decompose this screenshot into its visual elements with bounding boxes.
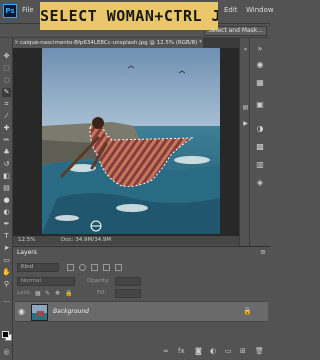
hand-icon[interactable]: ✋ bbox=[2, 268, 11, 277]
move-icon[interactable]: ✥ bbox=[2, 52, 11, 61]
quick-mask-icon[interactable]: ◎ bbox=[2, 348, 11, 357]
dodge-icon[interactable]: ◐ bbox=[2, 208, 11, 217]
swatches-icon[interactable]: ▦ bbox=[255, 78, 265, 88]
instruction-banner: SELECT WOMAN+CTRL J bbox=[40, 2, 218, 30]
shape-icon[interactable]: ▭ bbox=[2, 256, 11, 265]
layers-panel: Layers ≡ Kind Normal Opacity: Lock: ▦ ✎ … bbox=[13, 246, 270, 360]
photoshop-logo: Ps bbox=[3, 4, 17, 18]
channels-icon[interactable]: ◈ bbox=[255, 178, 265, 188]
lock-all-icon[interactable]: 🔒 bbox=[65, 290, 72, 297]
new-adjustment-icon[interactable]: ◐ bbox=[210, 347, 216, 355]
opacity-field[interactable] bbox=[115, 277, 141, 286]
right-panel-icons: » ◉ ▦ ▣ ◑ ▩ ▥ ◈ bbox=[250, 38, 270, 246]
document-size: Doc: 34.9M/34.9M bbox=[61, 237, 112, 243]
blend-mode-dropdown[interactable]: Normal bbox=[17, 277, 75, 286]
menu-window[interactable]: Window bbox=[246, 6, 274, 14]
document-title: caique-nascimento-Bfp634LE8Cc-unsplash.j… bbox=[20, 40, 202, 46]
new-layer-icon[interactable]: ⊞ bbox=[240, 347, 246, 355]
gradient-icon[interactable]: ▤ bbox=[2, 184, 11, 193]
link-layers-icon[interactable]: ∞ bbox=[163, 347, 169, 355]
fill-field[interactable] bbox=[115, 289, 141, 298]
path-select-icon[interactable]: ➤ bbox=[2, 244, 11, 253]
layer-name[interactable]: Background bbox=[53, 308, 89, 315]
properties-icon[interactable]: ▥ bbox=[255, 160, 265, 170]
canvas-workspace bbox=[13, 48, 239, 236]
layer-row-background[interactable]: ◉ Background 🔒 bbox=[15, 301, 268, 322]
delete-layer-icon[interactable]: 🗑 bbox=[255, 347, 264, 355]
pen-icon[interactable]: ✒ bbox=[2, 220, 11, 229]
history-icon[interactable]: ▤ bbox=[242, 104, 249, 111]
blend-mode-value: Normal bbox=[21, 278, 41, 284]
history-brush-icon[interactable]: ↺ bbox=[2, 160, 11, 169]
pixel-filter-icon[interactable] bbox=[67, 264, 74, 271]
adjustments-icon[interactable]: ◑ bbox=[255, 124, 265, 134]
tools-panel: ✥ ⬚ ◌ ✎ ⌗ ⁄ ✚ ✏ ♣ ↺ ◧ ▤ ● ◐ ✒ T ➤ ▭ ✋ ⚲ … bbox=[0, 38, 13, 360]
smart-object-filter-icon[interactable] bbox=[115, 264, 122, 271]
layer-lock-icon[interactable]: 🔒 bbox=[243, 307, 252, 315]
panel-dock-strip: « ▤ ▶ bbox=[239, 38, 250, 246]
collapse-right-icon[interactable]: » bbox=[255, 44, 265, 54]
filter-row: Kind bbox=[17, 263, 266, 273]
layer-thumbnail bbox=[31, 304, 48, 321]
new-group-icon[interactable]: ▭ bbox=[225, 347, 232, 355]
lock-position-icon[interactable]: ✥ bbox=[55, 290, 60, 297]
quick-select-icon[interactable]: ✎ bbox=[2, 88, 11, 97]
more-tools-icon[interactable]: … bbox=[2, 296, 11, 305]
document-tab[interactable]: × caique-nascimento-Bfp634LE8Cc-unsplash… bbox=[13, 38, 203, 48]
color-icon[interactable]: ◉ bbox=[255, 60, 265, 70]
kind-filter-dropdown[interactable]: Kind bbox=[17, 263, 59, 272]
marquee-icon[interactable]: ⬚ bbox=[2, 64, 11, 73]
shape-filter-icon[interactable] bbox=[103, 264, 110, 271]
menu-edit[interactable]: Edit bbox=[224, 6, 238, 14]
menu-file[interactable]: File bbox=[22, 6, 34, 14]
status-bar: 12.5% Doc: 34.9M/34.9M bbox=[13, 236, 239, 245]
zoom-level[interactable]: 12.5% bbox=[18, 236, 35, 245]
zoom-icon[interactable]: ⚲ bbox=[2, 280, 11, 289]
photo-image bbox=[42, 48, 220, 234]
lock-brush-icon[interactable]: ✎ bbox=[45, 290, 50, 297]
opacity-label: Opacity: bbox=[87, 278, 110, 284]
adjustment-filter-icon[interactable] bbox=[79, 264, 86, 271]
blur-icon[interactable]: ● bbox=[2, 196, 11, 205]
lock-label: Lock: bbox=[17, 290, 32, 296]
close-tab-icon[interactable]: × bbox=[14, 38, 19, 48]
type-icon[interactable]: T bbox=[2, 232, 11, 241]
blend-row: Normal Opacity: bbox=[17, 277, 266, 287]
type-filter-icon[interactable] bbox=[91, 264, 98, 271]
panel-menu-icon[interactable]: ≡ bbox=[260, 248, 266, 256]
eraser-icon[interactable]: ◧ bbox=[2, 172, 11, 181]
stamp-icon[interactable]: ♣ bbox=[2, 148, 11, 157]
layer-style-icon[interactable]: fx bbox=[178, 347, 185, 355]
crop-icon[interactable]: ⌗ bbox=[2, 100, 11, 109]
eyedropper-icon[interactable]: ⁄ bbox=[2, 112, 11, 121]
libraries-icon[interactable]: ▣ bbox=[255, 100, 265, 110]
brush-icon[interactable]: ✏ bbox=[2, 136, 11, 145]
visibility-eye-icon[interactable]: ◉ bbox=[18, 307, 25, 316]
actions-icon[interactable]: ▶ bbox=[242, 120, 249, 127]
add-mask-icon[interactable]: ◙ bbox=[195, 347, 202, 355]
kind-label: Kind bbox=[21, 264, 34, 270]
lock-pixels-icon[interactable]: ▦ bbox=[35, 290, 41, 297]
lasso-icon[interactable]: ◌ bbox=[2, 76, 11, 85]
document-canvas[interactable] bbox=[42, 48, 220, 234]
styles-icon[interactable]: ▩ bbox=[255, 142, 265, 152]
collapse-icon[interactable]: « bbox=[242, 46, 249, 53]
lock-row: Lock: ▦ ✎ ✥ 🔒 Fill: bbox=[17, 289, 266, 299]
foreground-color-swatch[interactable] bbox=[2, 331, 9, 338]
fill-label: Fill: bbox=[97, 290, 107, 296]
document-tab-bar: × caique-nascimento-Bfp634LE8Cc-unsplash… bbox=[13, 38, 239, 48]
layers-tab[interactable]: Layers bbox=[17, 249, 37, 256]
healing-icon[interactable]: ✚ bbox=[2, 124, 11, 133]
